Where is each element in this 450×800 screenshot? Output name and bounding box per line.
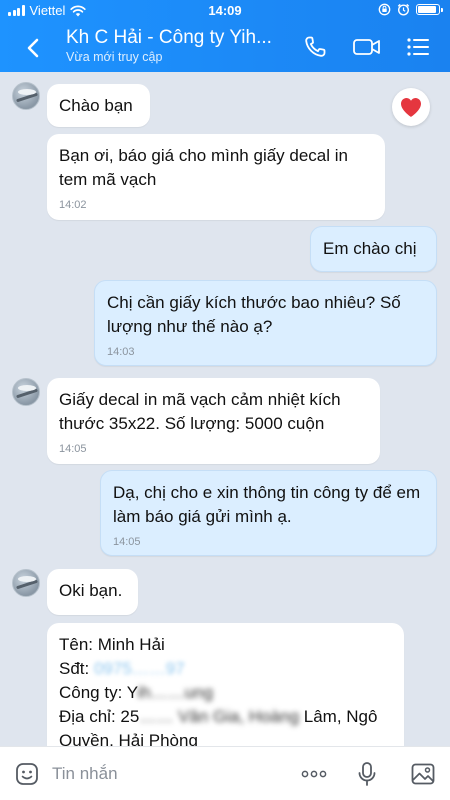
chat-header: Viettel 14:09 Kh C Hải - Công ty Yih... … [0,0,450,72]
message-list[interactable]: Chào bạn Bạn ơi, báo giá cho mình giấy d… [0,72,450,746]
info-address-line2: Quyền, Hải Phòng [59,731,198,746]
message-text: Em chào chị [323,239,417,258]
message-time: 14:05 [59,443,87,455]
company-label: Công ty: Y [59,683,138,702]
phone-label: Sđt: [59,659,94,678]
message-bubble-incoming[interactable]: Giấy decal in mã vạch cảm nhiệt kích thư… [47,378,380,464]
phone-icon[interactable] [302,34,330,60]
message-text: Dạ, chị cho e xin thông tin công ty để e… [113,483,421,526]
company-value-redacted: ih……ung [137,683,214,702]
status-right [378,3,443,16]
message-bubble-incoming[interactable]: Bạn ơi, báo giá cho mình giấy decal in t… [47,134,385,220]
contact-avatar[interactable] [12,378,40,406]
message-text: Chào bạn [59,96,133,115]
alarm-icon [397,3,410,16]
heart-icon [401,98,421,117]
message-bubble-outgoing[interactable]: Chị cần giấy kích thước bao nhiêu? Số lư… [94,280,437,366]
contact-avatar[interactable] [12,82,40,110]
menu-list-icon[interactable] [404,34,432,60]
info-phone: Sđt: 0975……97 [59,657,392,681]
message-text: Bạn ơi, báo giá cho mình giấy decal in t… [59,146,348,189]
info-name: Tên: Minh Hải [59,635,165,654]
more-icon[interactable] [299,761,329,787]
video-call-icon[interactable] [352,34,382,60]
info-address: Địa chỉ: 25…… Vân Gia, Hoàng Lâm, Ngô [59,705,392,729]
status-bar: Viettel 14:09 [0,0,450,22]
address-tail: Lâm, Ngô [303,707,378,726]
message-text: Oki bạn. [59,581,123,600]
address-value-redacted: …… Vân Gia, Hoàng [139,707,304,726]
image-icon[interactable] [410,761,436,787]
heart-reaction-icon[interactable] [392,88,430,126]
chat-subtitle: Vừa mới truy cập [66,50,163,64]
info-company: Công ty: Yih……ung [59,681,392,705]
message-text: Giấy decal in mã vạch cảm nhiệt kích thư… [59,390,341,433]
message-time: 14:05 [113,536,141,548]
message-bubble-incoming[interactable]: Chào bạn [47,84,150,127]
message-bubble-outgoing[interactable]: Dạ, chị cho e xin thông tin công ty để e… [100,470,437,556]
phone-value-redacted: 0975……97 [93,659,185,678]
battery-icon [416,4,443,15]
microphone-icon[interactable] [354,761,380,787]
contact-avatar[interactable] [12,569,40,597]
address-label: Địa chỉ: 25 [59,707,140,726]
message-bubble-incoming[interactable]: Oki bạn. [47,569,138,615]
company-info-message[interactable]: Tên: Minh Hải Sđt: 0975……97 Công ty: Yih… [47,623,404,746]
message-text: Chị cần giấy kích thước bao nhiêu? Số lư… [107,293,401,336]
message-bubble-outgoing[interactable]: Em chào chị [310,226,437,272]
message-time: 14:02 [59,199,87,211]
back-icon[interactable] [18,33,48,63]
message-time: 14:03 [107,346,135,358]
message-input-bar: Tin nhắn [0,746,450,800]
chat-title[interactable]: Kh C Hải - Công ty Yih... [66,27,286,49]
sticker-icon[interactable] [14,761,40,787]
message-input[interactable]: Tin nhắn [52,764,118,784]
rotation-lock-icon [378,3,391,16]
